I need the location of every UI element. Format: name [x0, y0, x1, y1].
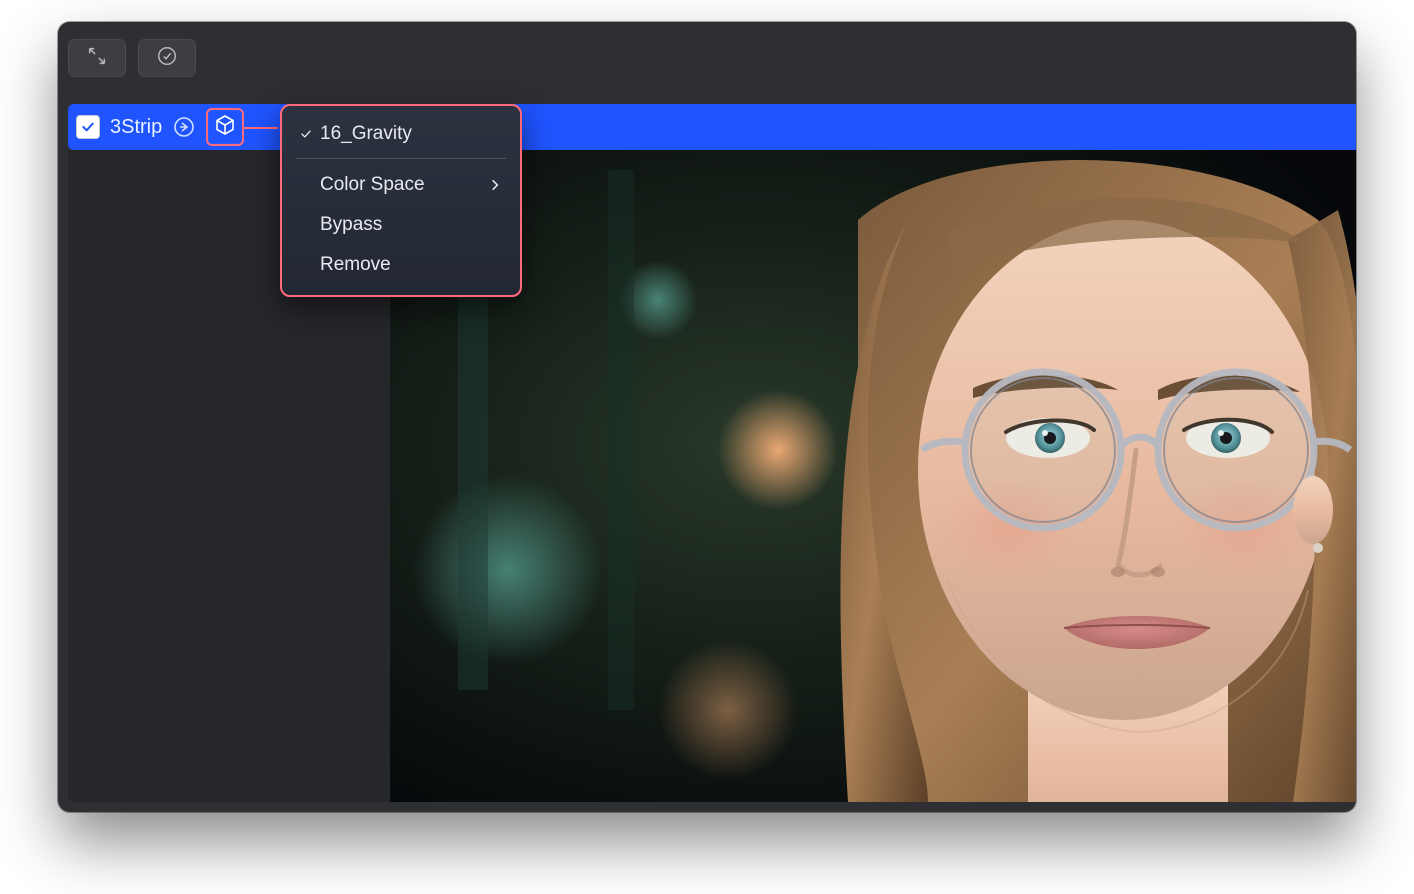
expand-icon — [86, 45, 108, 72]
check-icon — [296, 127, 316, 141]
top-toolbar — [58, 22, 1356, 94]
arrow-right-circle-icon[interactable] — [172, 115, 196, 139]
app-window: 3Strip — [58, 22, 1356, 812]
menu-divider — [296, 158, 506, 159]
menu-item-label: Color Space — [320, 174, 488, 196]
viewer[interactable] — [390, 150, 1356, 802]
viewer-image-placeholder — [390, 150, 1356, 802]
lut-context-menu: 16_Gravity Color Space Bypass Remove — [280, 104, 522, 297]
filter-label: 3Strip — [110, 116, 162, 139]
circle-check-icon — [156, 45, 178, 72]
menu-item-label: Bypass — [320, 214, 502, 236]
filter-enabled-checkbox[interactable] — [76, 115, 100, 139]
chevron-right-icon — [488, 178, 502, 192]
confirm-button[interactable] — [138, 39, 196, 77]
expand-button[interactable] — [68, 39, 126, 77]
menu-item-label: 16_Gravity — [320, 123, 502, 145]
lut-cube-button[interactable] — [206, 108, 244, 146]
menu-item-remove[interactable]: Remove — [282, 245, 520, 285]
menu-item-label: Remove — [320, 254, 502, 276]
menu-item-active-lut[interactable]: 16_Gravity — [282, 114, 520, 154]
menu-item-bypass[interactable]: Bypass — [282, 205, 520, 245]
menu-item-color-space[interactable]: Color Space — [282, 165, 520, 205]
filter-strip[interactable]: 3Strip — [68, 104, 1356, 150]
callout-line — [242, 127, 278, 129]
cube-icon — [213, 113, 237, 142]
